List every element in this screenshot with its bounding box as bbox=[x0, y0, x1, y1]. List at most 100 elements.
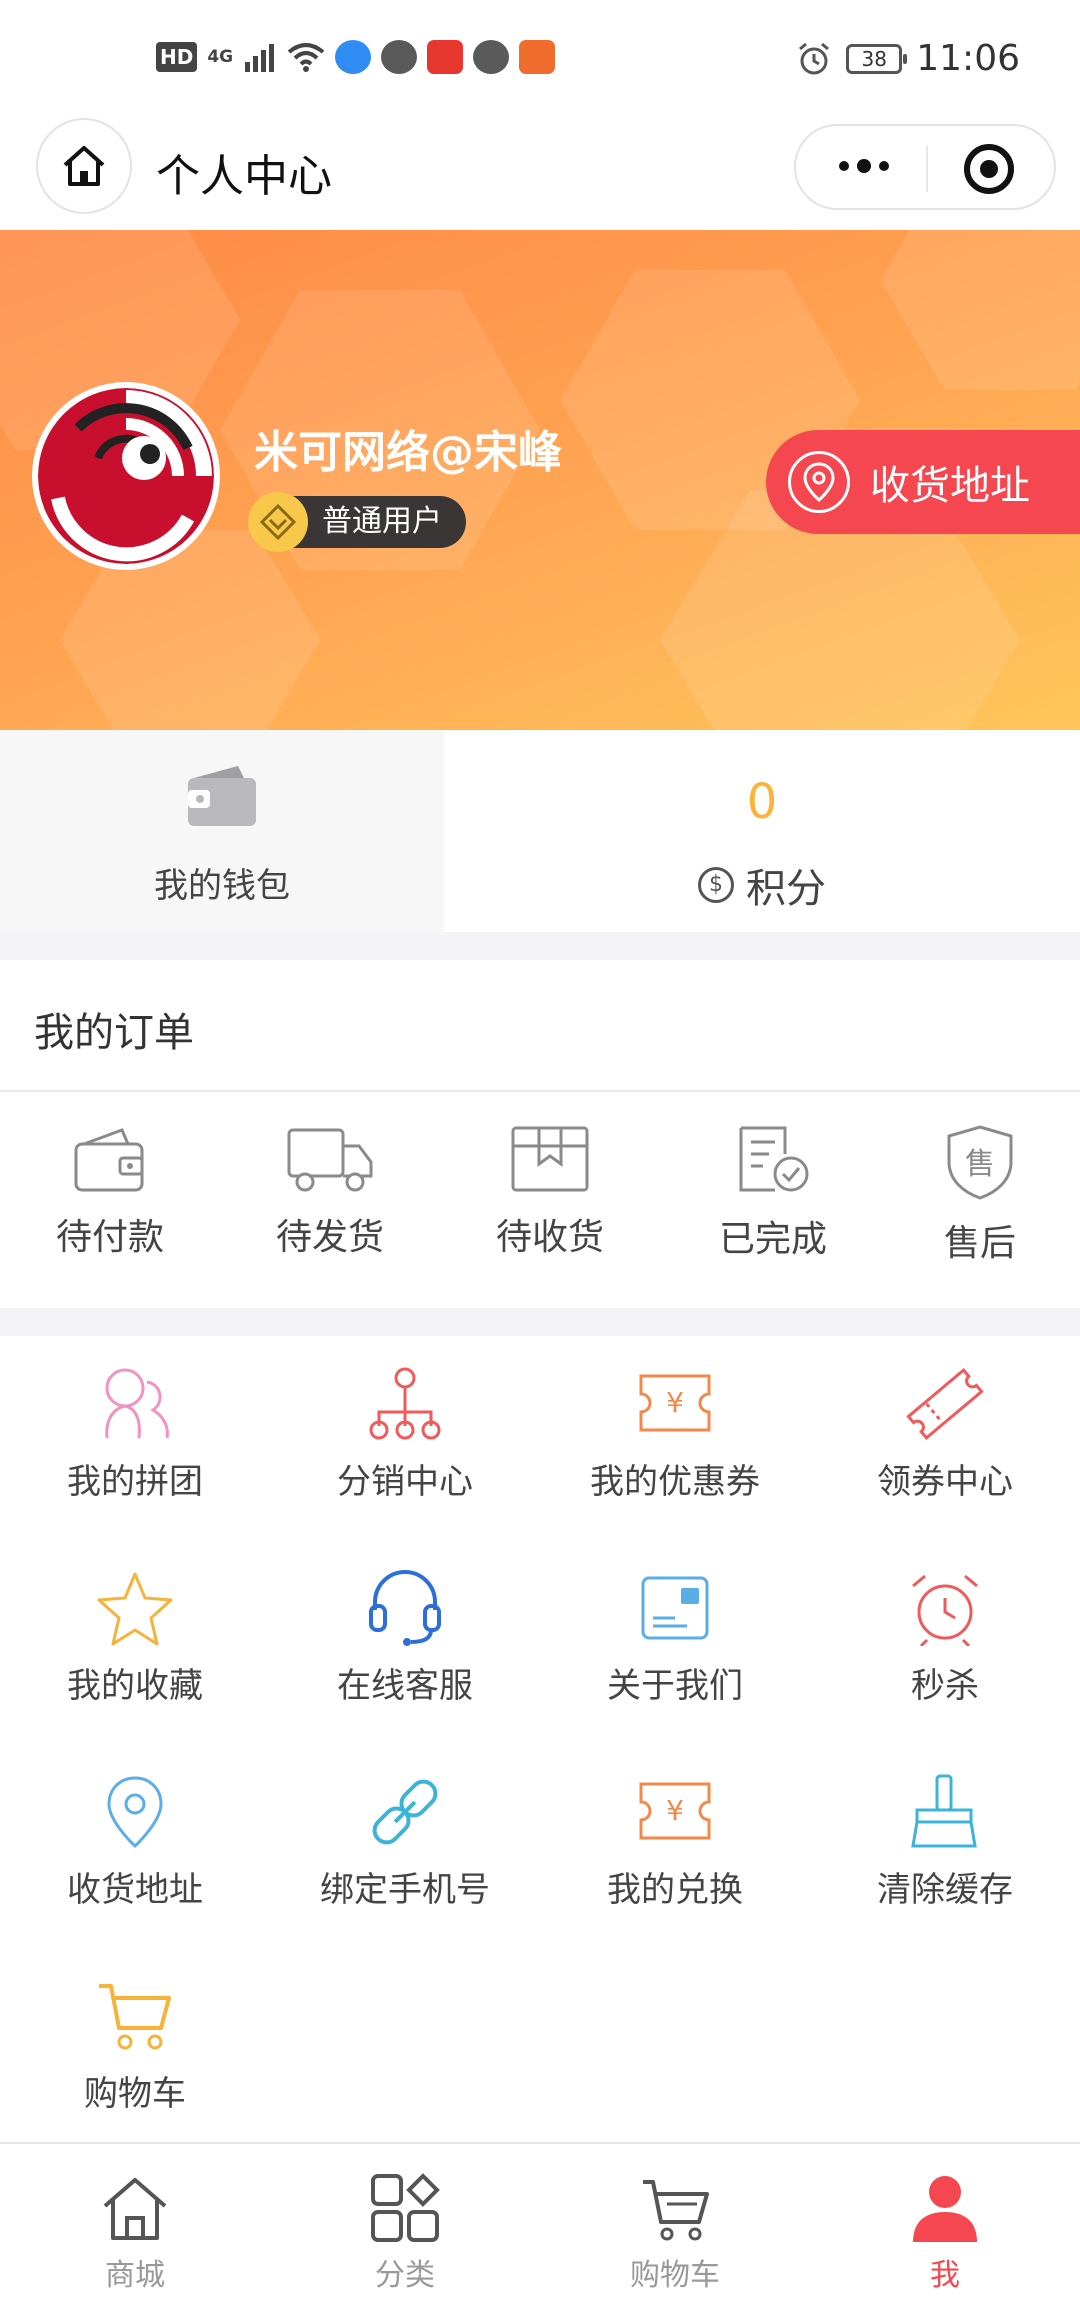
my-orders-section: 我的订单 待付款 待发货 待收货 已完成 售 售后 bbox=[0, 960, 1080, 1308]
tab-label: 分类 bbox=[375, 2258, 435, 2293]
notification-app-icon-1 bbox=[335, 40, 372, 74]
shipping-address-label: 收货地址 bbox=[870, 463, 1030, 509]
cart-icon bbox=[643, 2180, 709, 2241]
svg-text:售: 售 bbox=[965, 1147, 995, 1182]
order-pending-payment-label: 待付款 bbox=[55, 1217, 164, 1258]
home-icon bbox=[63, 146, 105, 186]
cellular-type: 4G bbox=[207, 47, 234, 67]
shipping-address-button[interactable]: 收货地址 bbox=[766, 430, 1080, 534]
navigation-bar: 个人中心 bbox=[0, 118, 1080, 230]
exchange-voucher-icon: ¥ bbox=[639, 1782, 711, 1840]
service-flash-sale[interactable]: 秒杀 bbox=[810, 1570, 1080, 1707]
user-icon bbox=[913, 2176, 977, 2242]
tab-mall[interactable]: 商城 bbox=[0, 2172, 270, 2294]
my-orders-title: 我的订单 bbox=[34, 1010, 194, 1056]
service-label: 我的优惠券 bbox=[590, 1462, 760, 1502]
order-completed[interactable]: 已完成 bbox=[688, 1124, 858, 1262]
service-my-favorites[interactable]: 我的收藏 bbox=[0, 1570, 270, 1707]
clock: 11:06 bbox=[916, 38, 1020, 79]
tab-me[interactable]: 我 bbox=[810, 2172, 1080, 2294]
miniprogram-capsule bbox=[794, 124, 1056, 210]
more-options-button[interactable] bbox=[824, 146, 904, 186]
location-pin-icon bbox=[788, 451, 850, 513]
wechat-icon bbox=[381, 40, 418, 74]
order-after-sales-label: 售后 bbox=[943, 1223, 1016, 1264]
profile-banner: 米可网络@宋峰 普通用户 收货地址 bbox=[0, 230, 1080, 730]
wifi-icon bbox=[287, 43, 325, 72]
document-check-icon bbox=[739, 1126, 809, 1192]
service-bind-phone[interactable]: 绑定手机号 bbox=[270, 1774, 540, 1911]
home-button[interactable] bbox=[36, 118, 132, 214]
shield-after-sales-icon: 售 bbox=[947, 1125, 1013, 1200]
svg-text:¥: ¥ bbox=[666, 1386, 684, 1419]
signal-icon bbox=[245, 44, 275, 72]
service-label: 绑定手机号 bbox=[320, 1870, 490, 1910]
coupon-icon: ¥ bbox=[639, 1374, 711, 1432]
points-value: 0 bbox=[746, 774, 778, 830]
bottom-tab-bar: 商城 分类 购物车 我 bbox=[0, 2142, 1080, 2310]
dollar-icon: $ bbox=[698, 867, 734, 903]
tab-label: 我 bbox=[930, 2258, 960, 2293]
service-label: 清除缓存 bbox=[877, 1870, 1013, 1910]
vip-diamond-icon bbox=[248, 492, 308, 552]
avatar-logo-icon bbox=[38, 388, 214, 564]
bank-app-icon bbox=[519, 40, 556, 74]
service-label: 秒杀 bbox=[911, 1666, 979, 1706]
order-after-sales[interactable]: 售 售后 bbox=[895, 1124, 1065, 1266]
service-my-coupons[interactable]: ¥ 我的优惠券 bbox=[540, 1366, 810, 1503]
package-icon bbox=[511, 1126, 589, 1192]
service-label: 领券中心 bbox=[877, 1462, 1013, 1502]
divider bbox=[0, 1090, 1080, 1092]
group-buy-icon bbox=[105, 1368, 169, 1439]
order-pending-receipt-label: 待收货 bbox=[495, 1217, 604, 1258]
service-coupon-center[interactable]: 领券中心 bbox=[810, 1366, 1080, 1503]
service-my-exchange[interactable]: ¥ 我的兑换 bbox=[540, 1774, 810, 1911]
member-level-label: 普通用户 bbox=[322, 504, 442, 539]
service-label: 我的兑换 bbox=[607, 1870, 743, 1910]
service-label: 收货地址 bbox=[67, 1870, 203, 1910]
broom-icon bbox=[911, 1774, 977, 1848]
service-label: 关于我们 bbox=[607, 1666, 743, 1706]
tab-category[interactable]: 分类 bbox=[270, 2172, 540, 2294]
service-label: 购物车 bbox=[84, 2074, 186, 2114]
services-grid: 我的拼团 分销中心 ¥ 我的优惠券 领券中心 我的收藏 在线客服 关于我们 秒杀… bbox=[0, 1336, 1080, 2142]
svg-text:¥: ¥ bbox=[666, 1794, 684, 1827]
order-pending-receipt[interactable]: 待收货 bbox=[465, 1124, 635, 1260]
service-label: 在线客服 bbox=[337, 1666, 473, 1706]
ticket-icon bbox=[906, 1368, 984, 1440]
service-online-support[interactable]: 在线客服 bbox=[270, 1570, 540, 1707]
close-miniprogram-button[interactable] bbox=[964, 144, 1014, 194]
category-icon bbox=[371, 2173, 440, 2242]
service-my-group-buy[interactable]: 我的拼团 bbox=[0, 1366, 270, 1503]
service-about-us[interactable]: 关于我们 bbox=[540, 1570, 810, 1707]
service-shipping-address[interactable]: 收货地址 bbox=[0, 1774, 270, 1911]
points-label-row: $ 积分 bbox=[444, 856, 1080, 914]
order-pending-shipment[interactable]: 待发货 bbox=[245, 1124, 415, 1260]
my-wallet-button[interactable]: 我的钱包 bbox=[0, 730, 444, 932]
avatar[interactable] bbox=[32, 382, 220, 570]
hd-indicator: HD bbox=[156, 42, 198, 72]
status-right: 38 11:06 bbox=[796, 38, 1020, 79]
service-distribution-center[interactable]: 分销中心 bbox=[270, 1366, 540, 1503]
service-label: 我的收藏 bbox=[67, 1666, 203, 1706]
user-name: 米可网络@宋峰 bbox=[254, 427, 562, 478]
tab-label: 购物车 bbox=[630, 2258, 720, 2293]
order-pending-payment[interactable]: 待付款 bbox=[25, 1124, 195, 1260]
tab-label: 商城 bbox=[105, 2258, 165, 2293]
location-pin-icon bbox=[107, 1776, 163, 1849]
page-title: 个人中心 bbox=[156, 151, 332, 202]
headset-icon bbox=[369, 1570, 441, 1646]
service-shopping-cart[interactable]: 购物车 bbox=[0, 1978, 270, 2115]
battery-indicator: 38 bbox=[846, 43, 908, 74]
banner-hex-decoration bbox=[880, 230, 1080, 390]
cart-icon bbox=[99, 1984, 171, 2050]
points-label: 积分 bbox=[746, 866, 826, 912]
service-label: 分销中心 bbox=[337, 1462, 473, 1502]
link-icon bbox=[372, 1779, 438, 1845]
points-button[interactable]: 0 $ 积分 bbox=[444, 730, 1080, 932]
order-completed-label: 已完成 bbox=[718, 1219, 827, 1260]
status-left: HD 4G bbox=[156, 40, 556, 74]
home-icon bbox=[103, 2178, 167, 2240]
service-clear-cache[interactable]: 清除缓存 bbox=[810, 1774, 1080, 1911]
tab-cart[interactable]: 购物车 bbox=[540, 2172, 810, 2294]
